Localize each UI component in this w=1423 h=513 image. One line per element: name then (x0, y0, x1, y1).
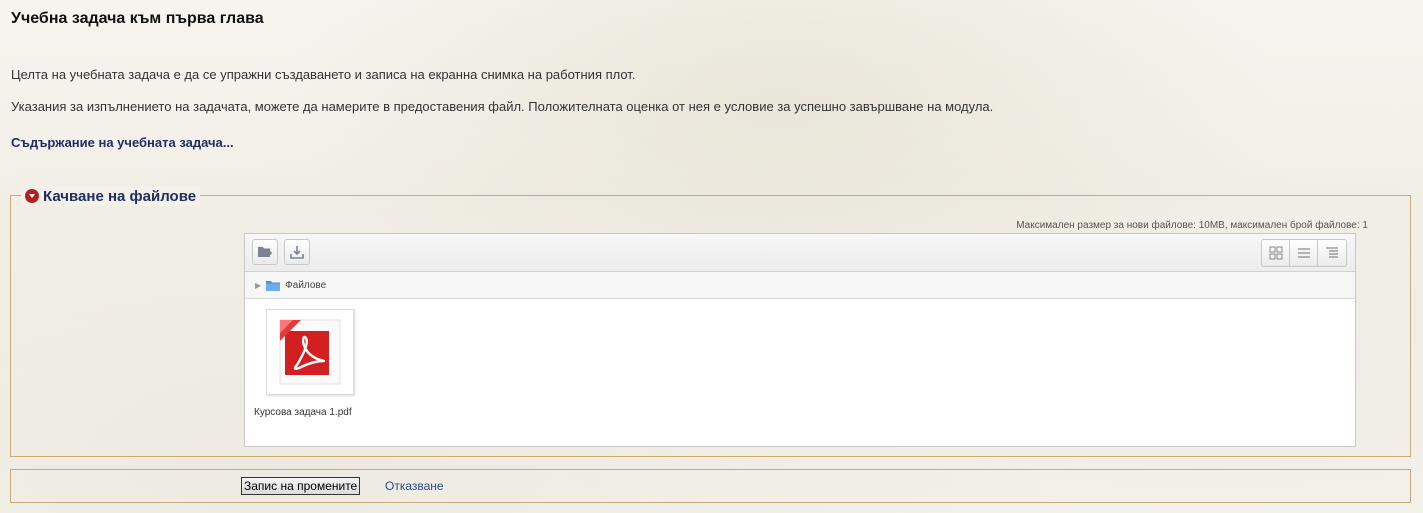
folder-add-icon (258, 247, 272, 257)
folder-icon (266, 280, 281, 291)
tree-view-button[interactable] (1318, 240, 1346, 266)
file-upload-fieldset: Качване на файлове Максимален размер за … (10, 186, 1411, 457)
file-thumbnail[interactable] (266, 309, 354, 395)
breadcrumb: ▶ Файлове (245, 272, 1355, 299)
list-view-icon (1297, 248, 1310, 258)
file-manager-toolbar (245, 234, 1355, 272)
max-file-info: Максимален размер за нови файлове: 10MB,… (1016, 220, 1368, 231)
form-actions: Запис на промените Отказване (10, 469, 1411, 503)
page-title: Учебна задача към първа глава (11, 10, 264, 27)
assignment-content-link[interactable]: Съдържание на учебната задача... (11, 135, 234, 150)
collapse-arrow-icon[interactable] (25, 189, 39, 203)
download-all-button[interactable] (284, 239, 310, 265)
tree-view-icon (1326, 247, 1338, 258)
create-folder-button[interactable] (252, 239, 278, 265)
grid-view-button[interactable] (1262, 240, 1290, 266)
file-list: Курсова задача 1.pdf (245, 299, 1355, 447)
pdf-file-icon (279, 319, 341, 385)
breadcrumb-folder-label[interactable]: Файлове (285, 280, 326, 291)
description-text-1: Целта на учебната задача е да се упражни… (11, 67, 636, 82)
file-upload-legend[interactable]: Качване на файлове (21, 186, 201, 206)
file-upload-legend-text: Качване на файлове (43, 187, 197, 205)
cancel-link[interactable]: Отказване (385, 479, 444, 493)
save-changes-button[interactable]: Запис на промените (241, 477, 361, 495)
file-item[interactable]: Курсова задача 1.pdf (254, 309, 364, 418)
file-name[interactable]: Курсова задача 1.pdf (254, 407, 364, 418)
list-view-button[interactable] (1290, 240, 1318, 266)
view-mode-switcher (1261, 239, 1347, 267)
expand-arrow-icon[interactable]: ▶ (255, 281, 261, 290)
file-manager: ▶ Файлове Курсова задача 1.pdf (244, 233, 1356, 447)
description-text-2: Указания за изпълнението на задачата, мо… (11, 99, 994, 114)
grid-view-icon (1269, 246, 1282, 260)
download-icon (290, 246, 304, 259)
